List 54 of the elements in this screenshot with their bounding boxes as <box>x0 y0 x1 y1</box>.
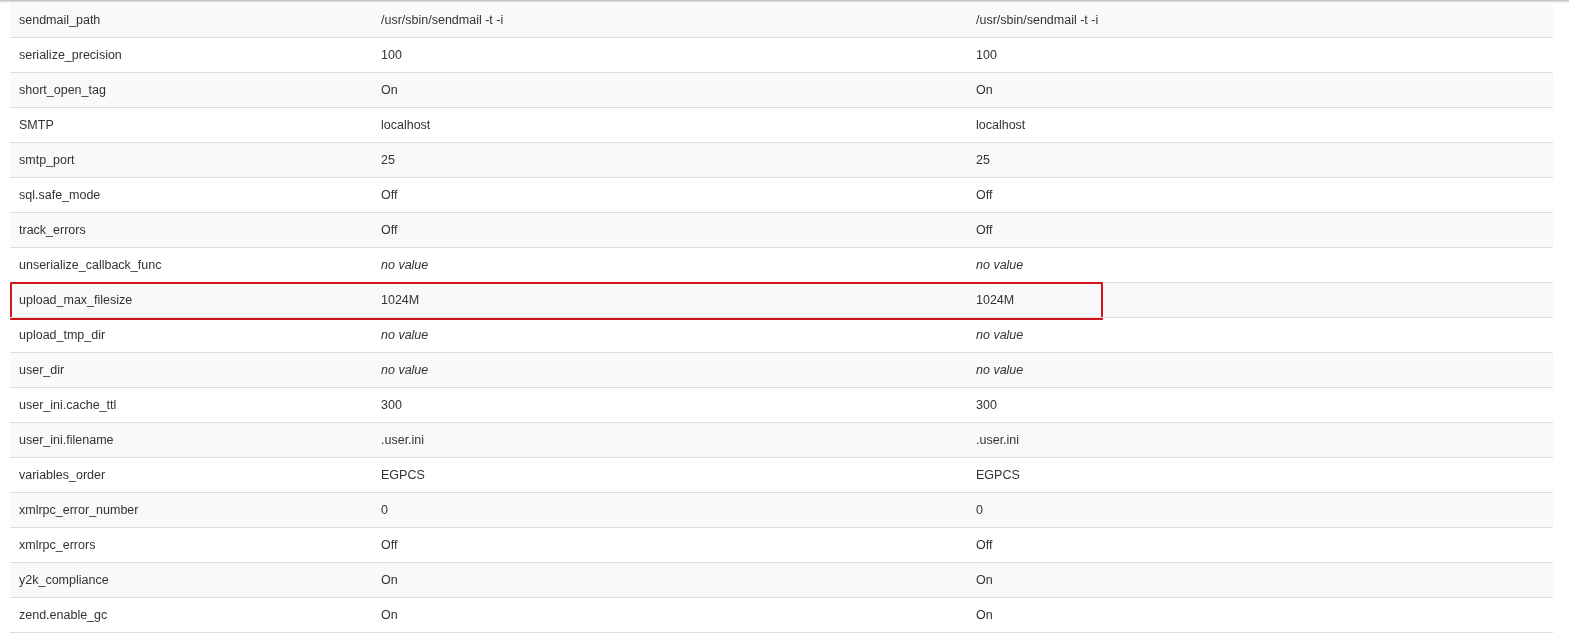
table-cell-text: EGPCS <box>380 468 426 482</box>
table-cell-text: Off <box>975 188 994 202</box>
table-cell-text: no value <box>975 328 1025 342</box>
table-cell-text: variables_order <box>18 468 107 482</box>
table-cell-text: 25 <box>380 153 396 167</box>
table-cell-text: no value <box>975 363 1025 377</box>
table-cell-text: user_dir <box>18 363 66 377</box>
table-cell-text: 0 <box>380 503 389 517</box>
table-cell-text: SMTP <box>18 118 55 132</box>
table-cell-text: no value <box>380 363 430 377</box>
table-cell-text: sql.safe_mode <box>18 188 102 202</box>
table-cell-text: Off <box>975 538 994 552</box>
table-cell-text: serialize_precision <box>18 48 123 62</box>
table-cell-text: On <box>975 573 994 587</box>
table-cell-text: upload_max_filesize <box>18 293 134 307</box>
table-cell-text: xmlrpc_error_number <box>18 503 140 517</box>
table-cell-text: 100 <box>380 48 403 62</box>
table-cell-text: track_errors <box>18 223 87 237</box>
table-cell-text: On <box>380 608 399 622</box>
table-cell-text: user_ini.cache_ttl <box>18 398 118 412</box>
table-cell-text: zend.enable_gc <box>18 608 109 622</box>
table-cell-text: smtp_port <box>18 153 76 167</box>
table-cell-text: On <box>975 83 994 97</box>
table-cell-text: user_ini.filename <box>18 433 115 447</box>
table-cell-text: Off <box>380 538 399 552</box>
table-cell-text: upload_tmp_dir <box>18 328 107 342</box>
table-cell-text: 300 <box>380 398 403 412</box>
table-cell-text: y2k_compliance <box>18 573 110 587</box>
table-cell-text: On <box>380 573 399 587</box>
table-cell-text: Off <box>380 223 399 237</box>
table-cell-text: localhost <box>380 118 432 132</box>
table-cell-text: 1024M <box>975 293 1016 307</box>
table-cell-text: 1024M <box>380 293 421 307</box>
table-cell-text: 0 <box>975 503 984 517</box>
table-cell-text: /usr/sbin/sendmail -t -i <box>380 13 505 27</box>
table-cell-text: Off <box>975 223 994 237</box>
table-cell-text: sendmail_path <box>18 13 102 27</box>
table-cell-text: On <box>380 83 399 97</box>
table-cell-text: no value <box>380 328 430 342</box>
table-cell-text: .user.ini <box>380 433 426 447</box>
table-cell-text: no value <box>380 258 430 272</box>
table-cell-text: 100 <box>975 48 998 62</box>
table-cell-text: 300 <box>975 398 998 412</box>
table-cell-text: 25 <box>975 153 991 167</box>
table-cell-text: On <box>975 608 994 622</box>
table-cell-text: no value <box>975 258 1025 272</box>
table-cell-text: /usr/sbin/sendmail -t -i <box>975 13 1100 27</box>
table-cell-text: EGPCS <box>975 468 1021 482</box>
table-cell-text: Off <box>380 188 399 202</box>
table-cell-text: unserialize_callback_func <box>18 258 163 272</box>
table-cell-text: .user.ini <box>975 433 1021 447</box>
table-cell-text: xmlrpc_errors <box>18 538 97 552</box>
table-cell-text: localhost <box>975 118 1027 132</box>
table-cell-text: short_open_tag <box>18 83 107 97</box>
